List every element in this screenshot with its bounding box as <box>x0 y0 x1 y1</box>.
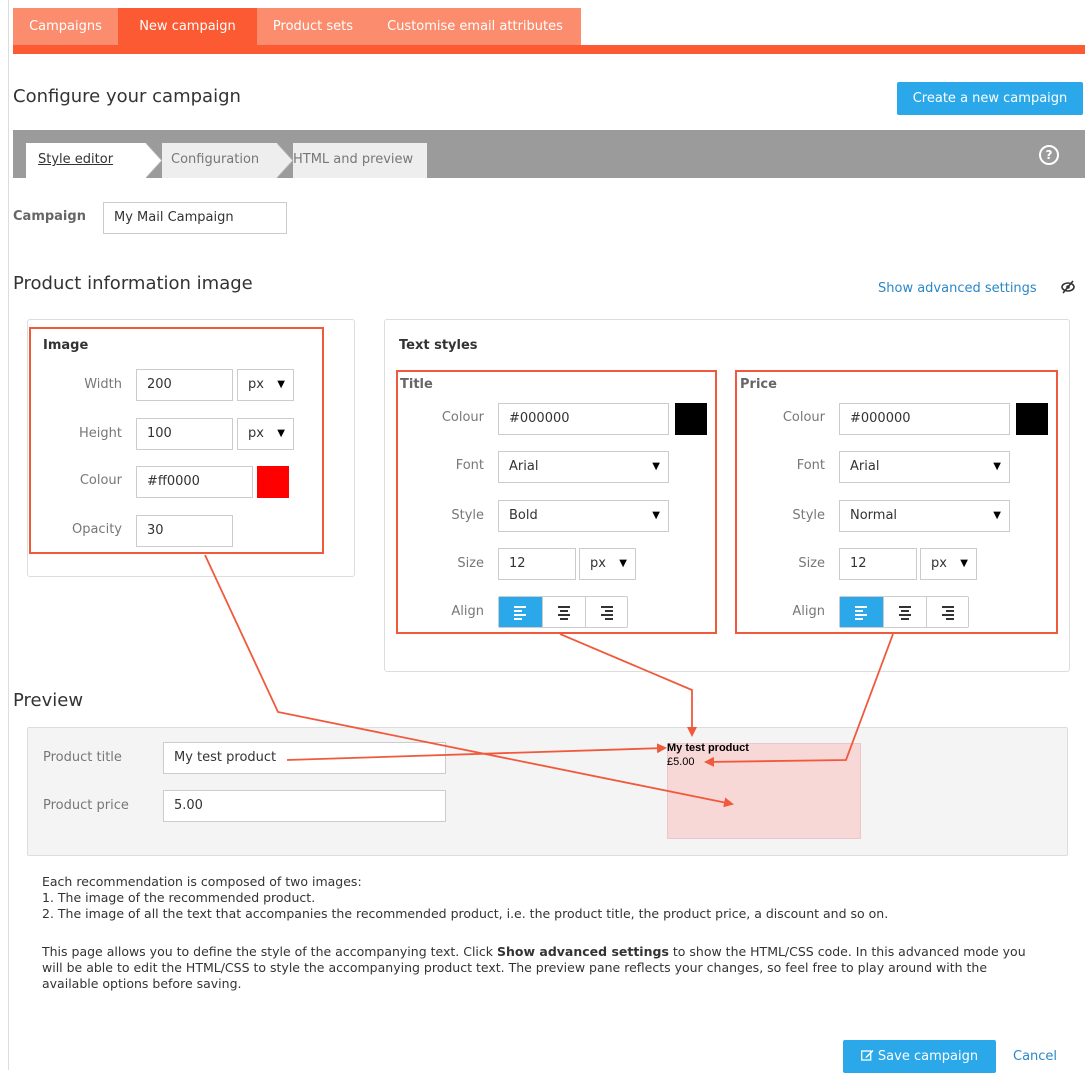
price-size-label: Size <box>798 556 825 571</box>
title-font-select[interactable]: Arial ▼ <box>498 451 669 483</box>
step-configuration[interactable]: Configuration <box>162 143 277 178</box>
tab-campaigns[interactable]: Campaigns <box>13 8 118 45</box>
campaign-label: Campaign <box>13 209 86 224</box>
price-colour-label: Colour <box>782 410 825 425</box>
align-center-icon[interactable] <box>542 597 585 627</box>
product-title-input[interactable]: My test product <box>163 742 446 774</box>
title-style-select[interactable]: Bold ▼ <box>498 500 669 532</box>
campaign-name-input[interactable]: My Mail Campaign <box>103 202 287 234</box>
eye-slash-icon[interactable] <box>1060 280 1076 294</box>
top-nav: Campaigns New campaign Product sets Cust… <box>13 8 1085 45</box>
price-colour-input[interactable]: #000000 <box>839 403 1010 435</box>
title-colour-swatch[interactable] <box>675 403 707 435</box>
image-width-unit-select[interactable]: px ▼ <box>237 369 294 401</box>
title-align-group <box>498 596 628 628</box>
title-font-label: Font <box>455 458 484 473</box>
image-colour-swatch[interactable] <box>257 466 289 498</box>
left-border <box>8 0 9 1070</box>
product-price-label: Product price <box>43 798 129 813</box>
title-colour-input[interactable]: #000000 <box>498 403 669 435</box>
title-style-heading: Title <box>400 377 433 392</box>
image-width-label: Width <box>84 377 122 392</box>
image-opacity-label: Opacity <box>71 522 122 537</box>
preview-image <box>667 743 861 839</box>
description-bold: Show advanced settings <box>497 944 669 959</box>
cancel-link[interactable]: Cancel <box>1013 1049 1057 1064</box>
price-size-unit-select[interactable]: px ▼ <box>920 548 977 580</box>
text-styles-title: Text styles <box>399 338 478 353</box>
title-size-unit-select[interactable]: px ▼ <box>579 548 636 580</box>
price-font-label: Font <box>796 458 825 473</box>
description-line-2: 1. The image of the recommended product. <box>42 890 316 905</box>
preview-render-title: My test product <box>667 742 749 754</box>
image-panel-title: Image <box>43 338 89 353</box>
title-style-label: Style <box>451 508 484 523</box>
page-title: Configure your campaign <box>13 86 241 107</box>
title-colour-label: Colour <box>441 410 484 425</box>
description-line-3: 2. The image of all the text that accomp… <box>42 906 889 921</box>
step-bar: Style editor Configuration HTML and prev… <box>13 130 1085 178</box>
image-height-input[interactable]: 100 <box>136 418 233 450</box>
image-height-unit-select[interactable]: px ▼ <box>237 418 294 450</box>
align-right-icon[interactable] <box>926 597 969 627</box>
price-style-heading: Price <box>740 377 777 392</box>
title-size-label: Size <box>457 556 484 571</box>
price-colour-swatch[interactable] <box>1016 403 1048 435</box>
align-left-icon[interactable] <box>499 597 542 627</box>
align-center-icon[interactable] <box>883 597 926 627</box>
price-align-group <box>839 596 969 628</box>
tab-new-campaign[interactable]: New campaign <box>118 8 257 45</box>
image-height-label: Height <box>79 426 122 441</box>
top-nav-stripe <box>13 45 1085 54</box>
price-font-select[interactable]: Arial ▼ <box>839 451 1010 483</box>
step-html-preview[interactable]: HTML and preview <box>293 143 427 178</box>
title-size-input[interactable]: 12 <box>498 548 576 580</box>
align-right-icon[interactable] <box>585 597 628 627</box>
description-paragraph: This page allows you to define the style… <box>42 944 1026 991</box>
preview-heading: Preview <box>13 690 84 711</box>
price-align-label: Align <box>792 604 825 619</box>
tab-product-sets[interactable]: Product sets <box>257 8 369 45</box>
price-size-input[interactable]: 12 <box>839 548 917 580</box>
align-left-icon[interactable] <box>840 597 883 627</box>
create-campaign-button[interactable]: Create a new campaign <box>897 82 1083 115</box>
show-advanced-settings-link[interactable]: Show advanced settings <box>878 281 1037 296</box>
image-opacity-input[interactable]: 30 <box>136 515 233 547</box>
section-title: Product information image <box>13 273 253 294</box>
image-width-input[interactable]: 200 <box>136 369 233 401</box>
price-style-select[interactable]: Normal ▼ <box>839 500 1010 532</box>
price-style-label: Style <box>792 508 825 523</box>
product-price-input[interactable]: 5.00 <box>163 790 446 822</box>
image-colour-input[interactable]: #ff0000 <box>136 466 253 498</box>
preview-render-price: £5.00 <box>667 756 695 768</box>
edit-icon <box>860 1050 874 1061</box>
title-align-label: Align <box>451 604 484 619</box>
tab-customise-email-attributes[interactable]: Customise email attributes <box>369 8 581 45</box>
help-icon[interactable]: ? <box>1039 145 1059 165</box>
product-title-label: Product title <box>43 750 122 765</box>
save-campaign-button[interactable]: Save campaign <box>843 1040 996 1073</box>
image-colour-label: Colour <box>79 473 122 488</box>
description-line-1: Each recommendation is composed of two i… <box>42 874 362 889</box>
step-style-editor[interactable]: Style editor <box>26 143 146 178</box>
